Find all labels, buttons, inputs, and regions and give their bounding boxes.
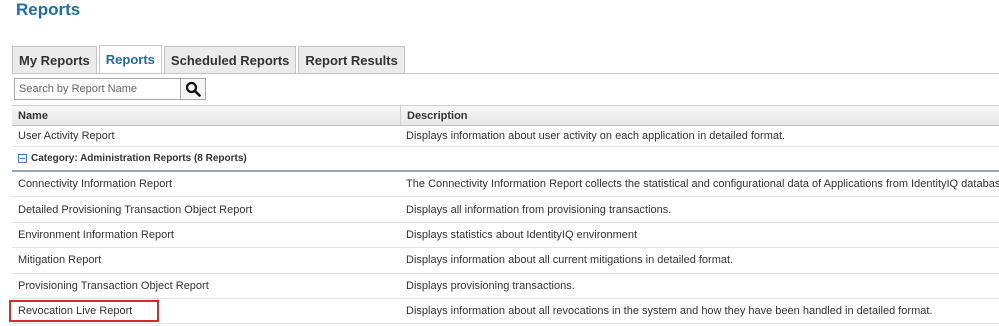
report-tabs: My Reports Reports Scheduled Reports Rep… <box>12 45 407 73</box>
column-header-name[interactable]: Name <box>12 106 400 125</box>
tab-scheduled-reports[interactable]: Scheduled Reports <box>163 46 297 73</box>
reports-grid: Name Description User Activity Report Di… <box>12 105 999 325</box>
report-description: The Connectivity Information Report coll… <box>406 178 999 191</box>
table-row[interactable]: Revocation Live Report Displays informat… <box>12 299 999 325</box>
category-group-label: Category: Administration Reports (8 Repo… <box>31 153 247 164</box>
search-icon <box>185 81 201 97</box>
table-row[interactable]: User Activity Report Displays informatio… <box>12 126 999 147</box>
table-row[interactable]: Detailed Provisioning Transaction Object… <box>12 197 999 223</box>
column-header-description[interactable]: Description <box>400 106 999 125</box>
category-group-row[interactable]: Category: Administration Reports (8 Repo… <box>12 147 999 172</box>
report-description: Displays information about user activity… <box>406 130 786 142</box>
report-description: Displays information about all revocatio… <box>406 305 933 318</box>
report-name: Provisioning Transaction Object Report <box>18 279 209 292</box>
collapse-icon[interactable] <box>18 154 27 163</box>
report-name: Revocation Live Report <box>18 305 133 318</box>
search-input[interactable] <box>14 78 180 100</box>
report-description: Displays all information from provisioni… <box>406 203 672 216</box>
table-row[interactable]: Connectivity Information Report The Conn… <box>12 172 999 198</box>
search-button[interactable] <box>180 78 206 100</box>
table-row[interactable]: Provisioning Transaction Object Report D… <box>12 274 999 299</box>
table-row[interactable]: Environment Information Report Displays … <box>12 223 999 249</box>
table-row[interactable]: Mitigation Report Displays information a… <box>12 248 999 274</box>
search-bar <box>14 78 206 100</box>
report-name: User Activity Report <box>18 130 115 142</box>
page-title: Reports <box>16 0 81 19</box>
report-name: Connectivity Information Report <box>18 178 173 191</box>
report-description: Displays provisioning transactions. <box>406 279 575 292</box>
report-name: Environment Information Report <box>18 228 174 241</box>
grid-header: Name Description <box>12 106 999 126</box>
report-description: Displays statistics about IdentityIQ env… <box>406 228 638 241</box>
report-description: Displays information about all current m… <box>406 254 734 267</box>
tab-my-reports[interactable]: My Reports <box>12 46 97 73</box>
report-name: Mitigation Report <box>18 254 102 267</box>
tab-divider <box>12 73 999 74</box>
tab-reports[interactable]: Reports <box>98 45 162 73</box>
tab-report-results[interactable]: Report Results <box>298 46 405 73</box>
report-name: Detailed Provisioning Transaction Object… <box>18 203 253 216</box>
